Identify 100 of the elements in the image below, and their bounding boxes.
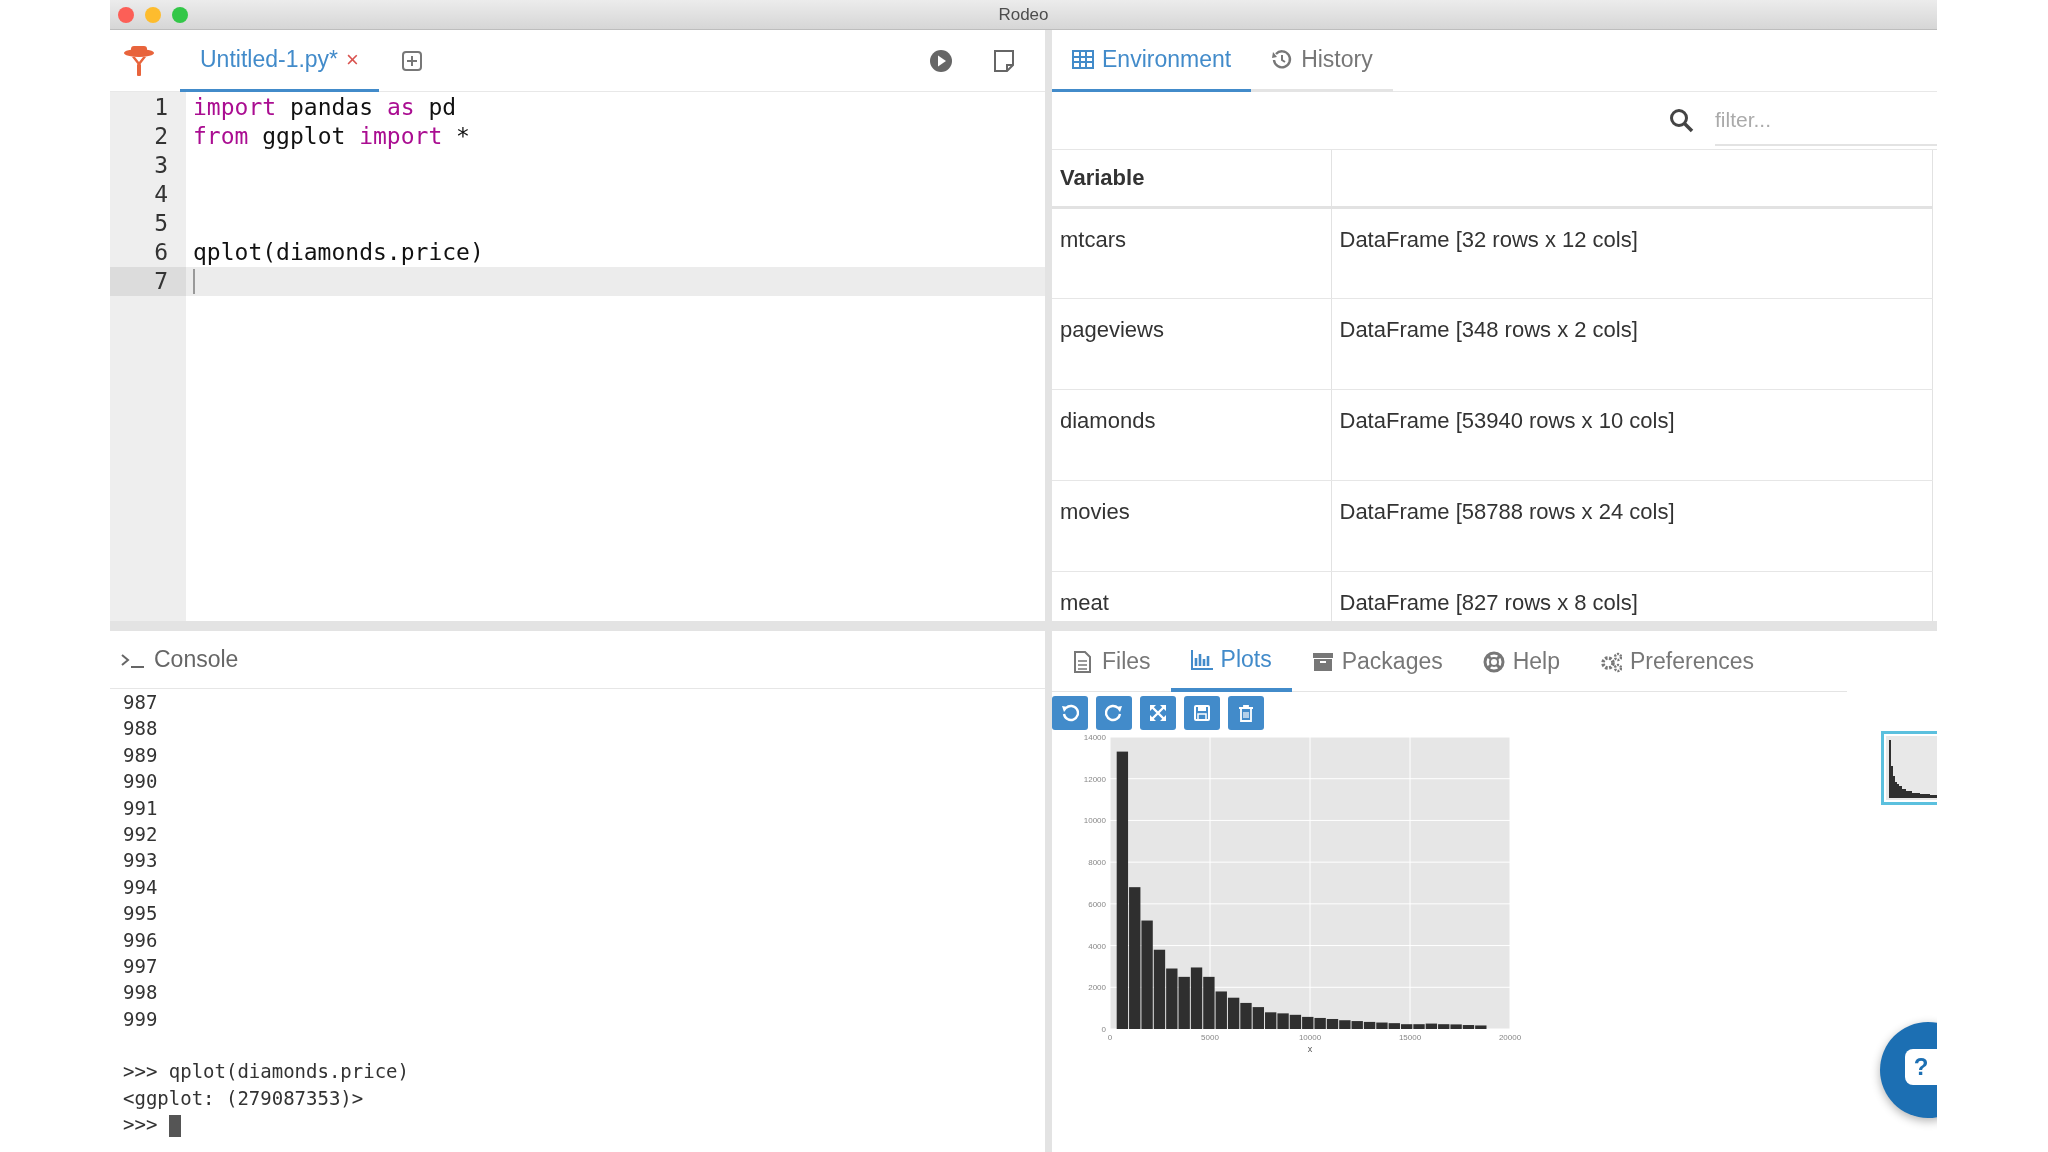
- search-icon: [1669, 107, 1695, 134]
- tick-label: 20000: [1498, 1033, 1522, 1042]
- tick-label: 8000: [1088, 858, 1106, 868]
- undo-icon: [1061, 704, 1079, 722]
- console-output: 992: [123, 822, 158, 845]
- panel-tab[interactable]: Environment: [1052, 30, 1252, 92]
- tick-label: 12000: [1083, 774, 1106, 784]
- expand-button[interactable]: [1140, 696, 1176, 730]
- delete-button[interactable]: [1228, 696, 1264, 730]
- console-output: 987: [123, 691, 158, 713]
- tick-label: 15000: [1398, 1033, 1422, 1042]
- histogram-bar: [1277, 1013, 1289, 1029]
- histogram-bar: [1166, 968, 1178, 1029]
- variable-value: DataFrame [53940 rows x 10 cols]: [1339, 407, 1675, 433]
- play-icon: [929, 48, 953, 73]
- gears-icon: [1600, 650, 1623, 673]
- panel-tab[interactable]: Preferences: [1580, 631, 1775, 692]
- console-output: 997: [123, 954, 158, 977]
- tick-label: 14000: [1083, 733, 1106, 742]
- console-output: 993: [123, 849, 158, 872]
- code-line: qplot(diamonds.price): [193, 238, 484, 268]
- note-icon: [993, 48, 1015, 73]
- panel-tab[interactable]: Packages: [1291, 631, 1463, 692]
- console-output: 998: [123, 981, 158, 1004]
- console-output: 988: [123, 717, 158, 740]
- column-header: Variable: [1060, 165, 1145, 191]
- console-output: 996: [123, 928, 158, 951]
- histogram-bar: [1203, 976, 1215, 1029]
- variable-name: movies: [1060, 498, 1130, 524]
- variable-value: DataFrame [32 rows x 12 cols]: [1339, 226, 1638, 252]
- histogram-bar: [1215, 991, 1227, 1029]
- code-line: from ggplot import *: [193, 122, 470, 152]
- plus-icon: [400, 50, 423, 73]
- variable-name: meat: [1060, 589, 1109, 615]
- tick-label: 5000: [1201, 1033, 1219, 1042]
- tick-label: 0: [1107, 1033, 1113, 1042]
- console-output: 990: [123, 770, 158, 793]
- expand-icon: [1149, 704, 1167, 722]
- tick-label: 2000: [1088, 983, 1106, 993]
- tick-label: 4000: [1088, 941, 1106, 951]
- lifebuoy-icon: [1482, 650, 1505, 673]
- window-title: Rodeo: [998, 4, 1049, 24]
- undo-button[interactable]: [1052, 696, 1088, 730]
- line-number: 7: [110, 267, 186, 296]
- line-number: 2: [153, 122, 169, 151]
- console-output: 989: [123, 743, 158, 766]
- panel-tab[interactable]: History: [1251, 30, 1393, 92]
- variable-value: DataFrame [348 rows x 2 cols]: [1339, 316, 1638, 342]
- histogram-bar: [1326, 1019, 1339, 1029]
- code-line: import pandas as pd: [193, 93, 457, 123]
- histogram-bar: [1178, 976, 1190, 1029]
- note-button[interactable]: [993, 48, 1015, 73]
- tick-label: 10000: [1083, 816, 1106, 826]
- table-icon: [1072, 48, 1094, 71]
- redo-icon: [1105, 704, 1123, 722]
- axis-label: x: [1307, 1044, 1313, 1054]
- history-icon: [1271, 48, 1294, 71]
- histogram-bar: [1265, 1012, 1277, 1029]
- histogram-bar: [1240, 1002, 1252, 1029]
- variable-value: DataFrame [58788 rows x 24 cols]: [1339, 498, 1675, 524]
- console-output: <ggplot: (279087353)>: [123, 1086, 364, 1109]
- text-cursor: [193, 269, 195, 294]
- histogram-bar: [1289, 1014, 1302, 1029]
- console-output: 999: [123, 1007, 158, 1030]
- console-output: 995: [123, 902, 158, 925]
- bar-chart-icon: [1190, 648, 1213, 671]
- tick-label: 6000: [1088, 899, 1106, 909]
- variable-name: mtcars: [1060, 226, 1126, 252]
- panel-tab[interactable]: Plots: [1170, 631, 1292, 692]
- histogram-bar: [1314, 1017, 1326, 1029]
- line-number: 5: [153, 209, 169, 238]
- console-output: 994: [123, 875, 158, 898]
- panel-tab[interactable]: Files: [1052, 631, 1171, 692]
- tick-label: 10000: [1298, 1033, 1322, 1042]
- run-button[interactable]: [929, 48, 953, 73]
- help-speech-bubble: ?: [1905, 1049, 1937, 1085]
- redo-button[interactable]: [1096, 696, 1132, 730]
- panel-tab[interactable]: Help: [1462, 631, 1581, 692]
- variable-name: diamonds: [1060, 407, 1156, 433]
- line-number: 6: [153, 238, 169, 267]
- histogram-bar: [1339, 1020, 1351, 1029]
- text-cursor: [169, 1114, 182, 1137]
- tick-label: 0: [1101, 1025, 1106, 1034]
- plot-thumbnail[interactable]: [1881, 731, 1937, 805]
- tab-close-button[interactable]: ×: [346, 43, 359, 76]
- close-button[interactable]: [118, 6, 134, 23]
- line-number: 4: [153, 180, 169, 209]
- save-button[interactable]: [1184, 696, 1220, 730]
- archive-box-icon: [1311, 650, 1334, 673]
- zoom-button[interactable]: [172, 6, 188, 23]
- console-output: 991: [123, 796, 158, 819]
- new-tab-button[interactable]: [400, 48, 423, 73]
- file-icon: [1072, 650, 1094, 673]
- console-prompt: >>>: [123, 1113, 158, 1136]
- app-logo: [122, 43, 156, 78]
- line-number: 3: [153, 151, 169, 180]
- trash-icon: [1237, 704, 1255, 722]
- variable-value: DataFrame [827 rows x 8 cols]: [1339, 589, 1638, 615]
- console-output: >>> qplot(diamonds.price): [123, 1060, 409, 1083]
- console-title: Console: [154, 645, 239, 675]
